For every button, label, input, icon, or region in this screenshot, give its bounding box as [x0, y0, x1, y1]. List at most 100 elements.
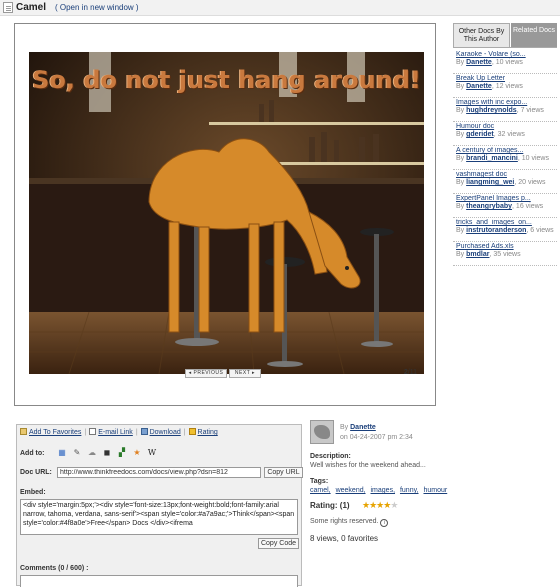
list-item: Karaoke - Volare (so... By Danette, 10 v… — [453, 50, 557, 74]
list-item: ExpertPanel Images p... By theangrybaby,… — [453, 194, 557, 218]
rights-text: Some rights reserved. — [310, 518, 379, 525]
list-item: vashmagest doc By liangming_wei, 20 view… — [453, 170, 557, 194]
newsvine-icon[interactable]: ▞ — [117, 448, 127, 458]
doc-author-link[interactable]: theangrybaby — [466, 203, 512, 210]
doc-meta: By instrutoranderson, 6 views — [456, 226, 554, 235]
comments-label: Comments (0 / 600) : — [20, 565, 89, 572]
tab-related-docs[interactable]: Related Docs — [511, 23, 557, 47]
doc-list: Karaoke - Volare (so... By Danette, 10 v… — [453, 47, 557, 266]
doc-views: , 10 views — [517, 155, 549, 162]
tab-other-docs-by-author[interactable]: Other Docs By This Author — [453, 23, 510, 47]
doc-author-link[interactable]: brandi_mancini — [466, 155, 518, 162]
view-stats: 8 views, 0 favorites — [310, 534, 379, 543]
comments-input[interactable] — [20, 575, 298, 587]
list-item: tricks_and_images_on... By instrutorande… — [453, 218, 557, 242]
doc-author-link[interactable]: liangming_wei — [466, 179, 514, 186]
doc-title-link[interactable]: A century of images... — [456, 147, 554, 154]
next-button[interactable]: NEXT ▸ — [229, 369, 261, 378]
email-link[interactable]: E-mail Link — [98, 429, 133, 436]
rating-label: Rating: (1) — [310, 501, 350, 510]
slide-caption: So, do not just hang around! — [32, 66, 421, 94]
by-label: By — [456, 179, 465, 186]
open-new-window-link[interactable]: ( Open in new window ) — [55, 3, 139, 12]
reddit-icon[interactable]: ★ — [132, 448, 142, 458]
tag-link[interactable]: weekend, — [336, 487, 366, 494]
doc-views: , 10 views — [491, 59, 523, 66]
tag-link[interactable]: funny, — [400, 487, 419, 494]
separator: | — [183, 429, 186, 436]
creative-commons-icon[interactable]: i — [380, 519, 389, 527]
doc-url-input[interactable] — [57, 467, 261, 478]
previous-button[interactable]: ◂ PREVIOUS — [185, 369, 227, 378]
title-bar: Camel ( Open in new window ) — [0, 0, 560, 16]
doc-author-link[interactable]: bmdlar — [466, 251, 489, 258]
doc-views: , 16 views — [512, 203, 544, 210]
doc-author-link[interactable]: gderidet — [466, 131, 494, 138]
tag-link[interactable]: humour — [423, 487, 447, 494]
by-label: By — [456, 107, 465, 114]
rating-stars[interactable]: ★★★★★ — [362, 500, 398, 511]
doc-title-link[interactable]: Images with inc expo... — [456, 99, 554, 106]
favorites-icon — [20, 428, 27, 435]
copy-url-button[interactable]: Copy URL — [264, 467, 303, 478]
by-label: By — [456, 203, 465, 210]
doc-author-link[interactable]: instrutoranderson — [466, 227, 526, 234]
digg-icon[interactable]: ✎ — [72, 448, 82, 458]
sidebar-tabs: Other Docs By This Author Related Docs — [453, 23, 557, 47]
separator: | — [84, 429, 87, 436]
add-to-label: Add to: — [20, 450, 45, 457]
doc-title-link[interactable]: vashmagest doc — [456, 171, 554, 178]
camel-bar-scene-image — [29, 52, 424, 374]
description-heading: Description: — [310, 453, 351, 460]
author-link[interactable]: Danette — [350, 424, 376, 431]
action-panel: Add To Favorites | E-mail Link | Download |… — [16, 424, 303, 587]
document-icon — [3, 2, 13, 13]
rights-notice: Some rights reserved. i — [310, 518, 389, 527]
by-label: By — [340, 424, 349, 431]
delicious-icon[interactable]: ▦ — [57, 448, 67, 458]
furl-icon[interactable]: ☁ — [87, 448, 97, 458]
doc-title-link[interactable]: Purchased Ads.xls — [456, 243, 554, 250]
doc-author-link[interactable]: Danette — [466, 59, 492, 66]
tag-link[interactable]: images, — [371, 487, 396, 494]
by-label: By — [456, 131, 465, 138]
tags-heading: Tags: — [310, 478, 329, 485]
list-item: Images with inc expo... By hughdreynolds… — [453, 98, 557, 122]
doc-author-link[interactable]: Danette — [466, 83, 492, 90]
doc-url-label: Doc URL: — [20, 469, 52, 476]
tag-link[interactable]: camel, — [310, 487, 331, 494]
rating-star-icon — [188, 428, 196, 435]
doc-views: , 32 views — [493, 131, 525, 138]
by-label: By — [456, 155, 465, 162]
list-item: Break Up Letter By Danette, 12 views — [453, 74, 557, 98]
add-to-favorites-link[interactable]: Add To Favorites — [29, 429, 81, 436]
doc-meta: By gderidet, 32 views — [456, 130, 554, 139]
doc-title-link[interactable]: tricks_and_images_on... — [456, 219, 554, 226]
doc-author-link[interactable]: hughdreynolds — [466, 107, 517, 114]
doc-views: , 35 views — [489, 251, 521, 258]
author-byline: By Danette — [340, 424, 376, 431]
star-empty-icon[interactable]: ★ — [390, 500, 398, 510]
list-item: Humour doc By gderidet, 32 views — [453, 122, 557, 146]
embed-label: Embed: — [20, 489, 46, 496]
sidebar: Other Docs By This Author Related Docs K… — [453, 23, 557, 266]
wikipedia-icon[interactable]: W — [147, 448, 157, 458]
list-item: Purchased Ads.xls By bmdlar, 35 views — [453, 242, 557, 266]
doc-title-link[interactable]: Karaoke - Volare (so... — [456, 51, 554, 58]
embed-code-textarea[interactable] — [20, 499, 298, 535]
download-link[interactable]: Download — [150, 429, 181, 436]
doc-meta: By bmdlar, 35 views — [456, 250, 554, 259]
doc-views: , 6 views — [526, 227, 554, 234]
doc-title-link[interactable]: Humour doc — [456, 123, 554, 130]
avatar[interactable] — [310, 420, 334, 444]
rating-link[interactable]: Rating — [198, 429, 218, 436]
blinklist-icon[interactable]: ◼ — [102, 448, 112, 458]
doc-meta: By liangming_wei, 20 views — [456, 178, 554, 187]
doc-title-link[interactable]: Break Up Letter — [456, 75, 554, 82]
by-label: By — [456, 59, 465, 66]
total-pages: /11 — [407, 369, 417, 376]
document-title: Camel — [16, 2, 47, 13]
doc-title-link[interactable]: ExpertPanel Images p... — [456, 195, 554, 202]
doc-meta: By Danette, 12 views — [456, 82, 554, 91]
copy-code-button[interactable]: Copy Code — [258, 538, 299, 549]
